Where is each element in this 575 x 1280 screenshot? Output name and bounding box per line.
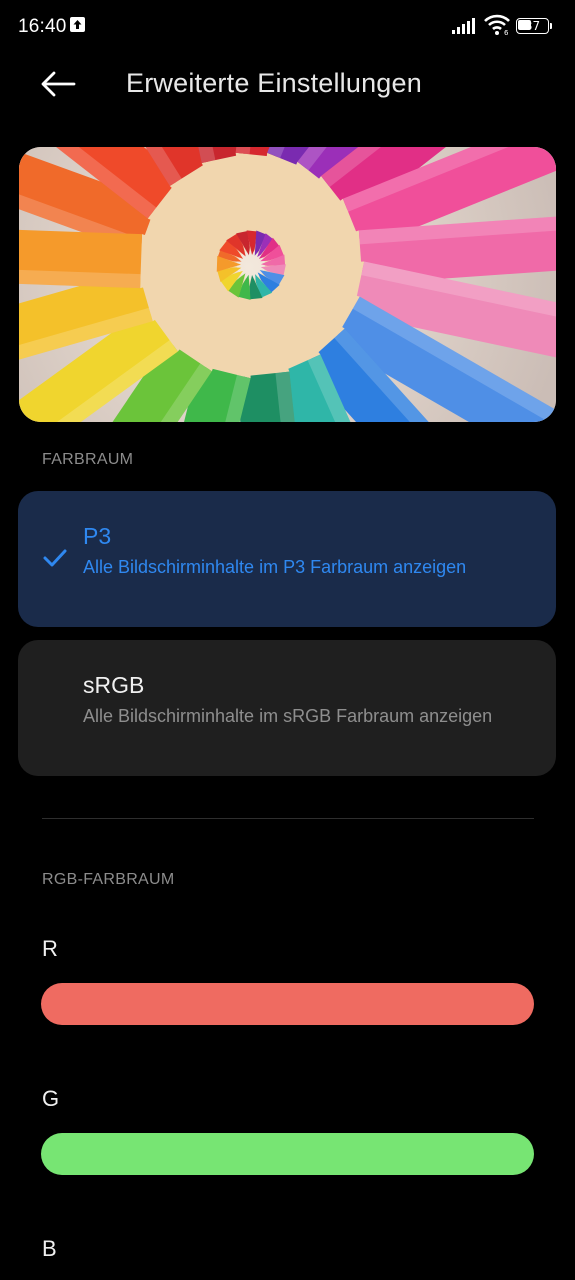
color-pencils-illustration <box>19 147 556 422</box>
red-channel-slider[interactable] <box>41 983 534 1025</box>
option-description: Alle Bildschirminhalte im P3 Farbraum an… <box>83 557 467 577</box>
signal-strength-icon <box>452 18 475 34</box>
color-space-option-p3[interactable]: P3 Alle Bildschirminhalte im P3 Farbraum… <box>18 491 556 627</box>
status-bar: 16:40 6 37 <box>0 0 575 52</box>
color-space-section-label: FARBRAUM <box>42 451 134 468</box>
svg-text:6: 6 <box>504 29 509 36</box>
status-time: 16:40 <box>18 16 67 37</box>
green-channel-label: G <box>42 1086 60 1111</box>
section-divider <box>42 818 534 819</box>
option-title: P3 <box>83 523 112 549</box>
rgb-color-space-section-label: RGB-FARBRAUM <box>42 871 175 888</box>
arrow-left-icon <box>41 71 76 97</box>
page-title: Erweiterte Einstellungen <box>126 68 422 98</box>
battery-tip <box>550 23 552 29</box>
option-description: Alle Bildschirminhalte im sRGB Farbraum … <box>83 706 493 726</box>
back-button[interactable] <box>38 64 80 104</box>
battery-level: 37 <box>524 19 541 33</box>
battery-icon: 37 <box>516 18 552 34</box>
green-channel-slider[interactable] <box>41 1133 534 1175</box>
option-title: sRGB <box>83 672 145 698</box>
advanced-settings-screen: 16:40 6 37 Erweiterte Einstellungen FARB… <box>0 0 575 1280</box>
blue-channel-label: B <box>42 1236 57 1261</box>
color-space-option-srgb[interactable]: sRGB Alle Bildschirminhalte im sRGB Farb… <box>18 640 556 776</box>
wifi-icon: 6 <box>484 14 510 36</box>
checkmark-icon <box>43 549 67 567</box>
red-channel-label: R <box>42 936 58 961</box>
upload-notification-icon <box>70 17 85 32</box>
